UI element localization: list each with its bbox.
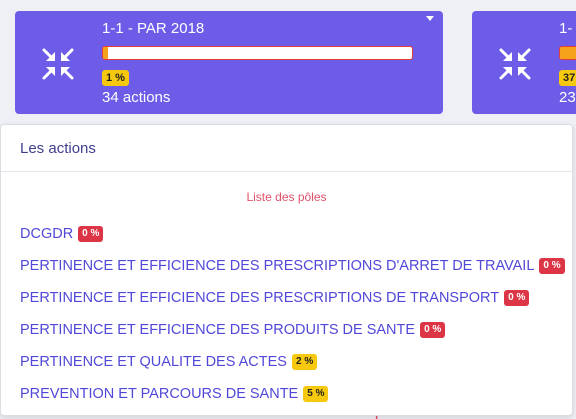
percent-badge: 37	[559, 70, 576, 86]
pole-name[interactable]: PERTINENCE ET EFFICIENCE DES PRESCRIPTIO…	[20, 290, 499, 306]
percent-badge: 1 %	[102, 70, 129, 86]
compress-icon	[498, 47, 532, 81]
pole-item[interactable]: DCGDR 0 %	[1, 218, 572, 250]
pole-item[interactable]: PERTINENCE ET EFFICIENCE DES PRODUITS DE…	[1, 314, 572, 346]
progress-fill	[103, 47, 108, 59]
pole-item[interactable]: PREVENTION ET PARCOURS DE SANTE 5 %	[1, 378, 572, 410]
card-title: 1-	[559, 20, 573, 37]
progress-bar	[102, 46, 413, 60]
progress-bar	[559, 46, 576, 60]
pole-item[interactable]: PERTINENCE ET QUALITE DES ACTES 2 %	[1, 346, 572, 378]
chevron-down-icon[interactable]	[426, 16, 434, 21]
progress-fill	[560, 47, 576, 59]
pole-percent-badge: 0 %	[420, 322, 446, 338]
pole-percent-badge: 5 %	[303, 386, 329, 402]
pole-item[interactable]: PERTINENCE ET EFFICIENCE DES PRESCRIPTIO…	[1, 250, 572, 282]
pole-name[interactable]: DCGDR	[20, 226, 73, 242]
second-card[interactable]: 1- 37 23	[472, 11, 576, 114]
pole-name[interactable]: PERTINENCE ET QUALITE DES ACTES	[20, 354, 287, 370]
card-title: 1-1 - PAR 2018	[102, 20, 205, 37]
pole-name[interactable]: PERTINENCE ET EFFICIENCE DES PRODUITS DE…	[20, 322, 415, 338]
page: Mes supervisions 1-1 - PAR 2018	[0, 0, 576, 419]
pole-list: DCGDR 0 % PERTINENCE ET EFFICIENCE DES PRE…	[1, 218, 572, 410]
pole-name[interactable]: PREVENTION ET PARCOURS DE SANTE	[20, 386, 298, 402]
pole-name[interactable]: PERTINENCE ET EFFICIENCE DES PRESCRIPTIO…	[20, 258, 534, 274]
pole-item[interactable]: PERTINENCE ET EFFICIENCE DES PRESCRIPTIO…	[1, 282, 572, 314]
pole-percent-badge: 0 %	[78, 226, 104, 242]
compress-icon	[41, 47, 75, 81]
poles-section-title: Liste des pôles	[246, 190, 327, 204]
actions-count: 23	[559, 89, 576, 106]
actions-dropdown: Les actions Liste des pôles DCGDR 0 % PERT…	[0, 124, 573, 416]
dropdown-header[interactable]: Les actions	[1, 125, 572, 172]
par-card[interactable]: 1-1 - PAR 2018 1 % 34 actions	[15, 11, 443, 114]
pole-percent-badge: 2 %	[291, 354, 318, 370]
pole-percent-badge: 0 %	[504, 290, 530, 306]
pole-percent-badge: 0 %	[539, 258, 565, 274]
actions-count: 34 actions	[102, 89, 171, 106]
